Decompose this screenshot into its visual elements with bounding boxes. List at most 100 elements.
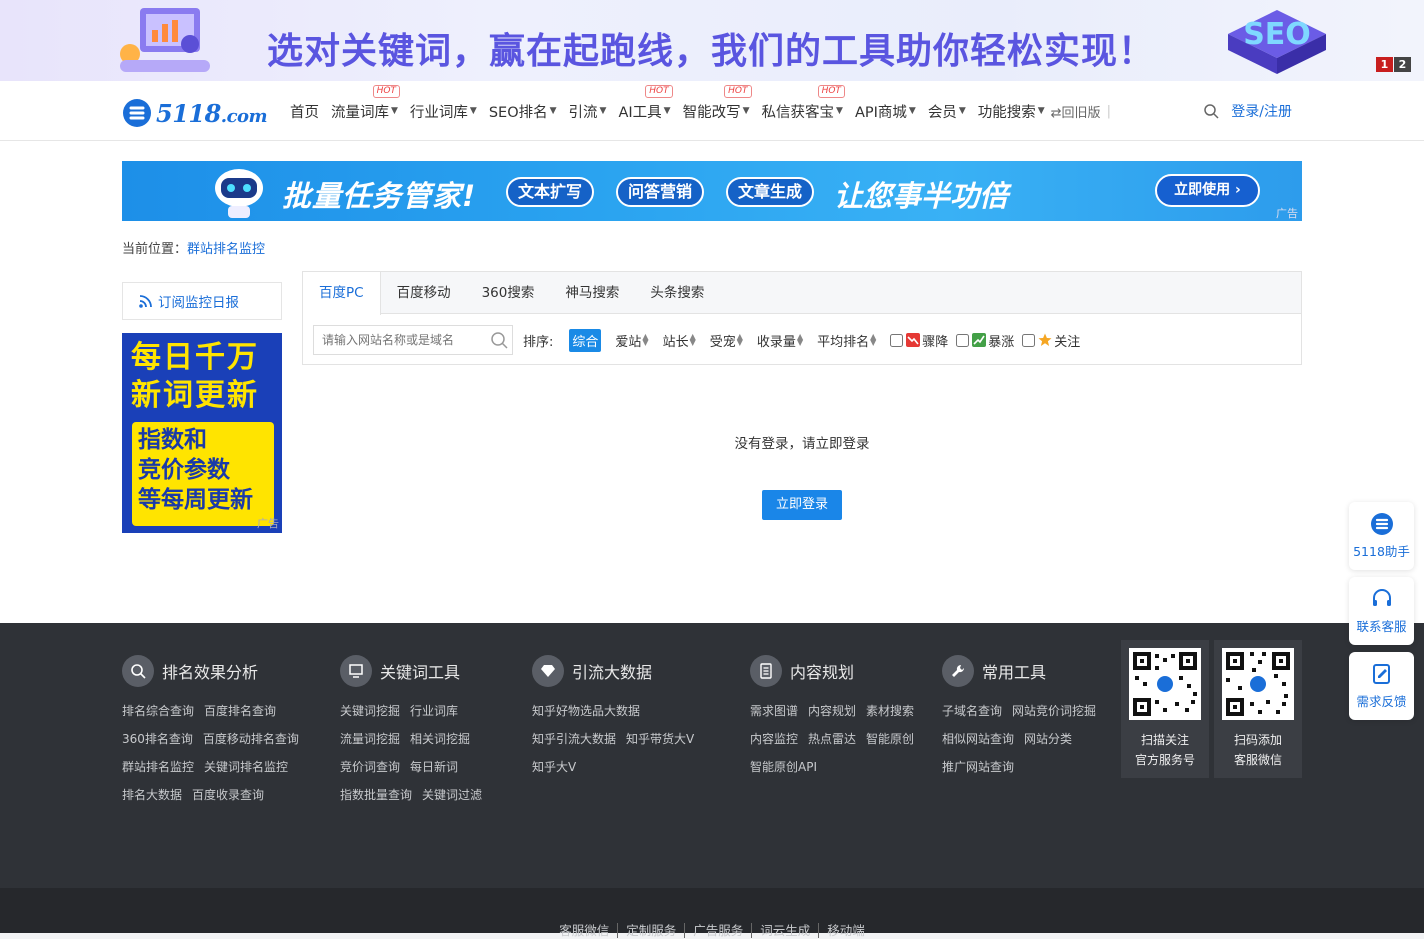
old-version-link[interactable]: ⇄回旧版 | [1051, 102, 1111, 121]
bottom-link-wechat[interactable]: 客服微信 [551, 923, 619, 938]
rss-icon [139, 294, 152, 308]
footer-link[interactable]: 百度收录查询 [192, 788, 264, 802]
footer-link[interactable]: 子域名查询 [942, 704, 1002, 718]
search-engine-panel: 百度PC 百度移动 360搜索 神马搜索 头条搜索 排序: 综合 爱站▲▼ 站长… [302, 271, 1302, 365]
tab-360[interactable]: 360搜索 [467, 272, 550, 314]
footer-link[interactable]: 推广网站查询 [942, 760, 1014, 774]
follow-checkbox[interactable] [1022, 333, 1036, 347]
site-search-input[interactable] [322, 333, 482, 347]
footer-link[interactable]: 网站分类 [1024, 732, 1072, 746]
sharp-rise-checkbox[interactable] [956, 333, 970, 347]
sort-favored[interactable]: 受宠 ▲ ▼ [710, 331, 743, 350]
search-icon[interactable] [490, 331, 508, 349]
nav-item-seo-rank[interactable]: SEO排名 ▼ [489, 101, 557, 122]
float-feedback-button[interactable]: 需求反馈 [1349, 652, 1414, 720]
nav-item-home[interactable]: 首页 [290, 101, 319, 122]
footer-link[interactable]: 相似网站查询 [942, 732, 1014, 746]
footer-link[interactable]: 知乎大V [532, 760, 576, 774]
sort-aizhan[interactable]: 爱站 ▲ ▼ [615, 331, 648, 350]
footer: 排名效果分析 排名综合查询 百度排名查询 360排名查询 百度移动排名查询 群站排名… [0, 623, 1424, 888]
bottom-link-custom[interactable]: 定制服务 [618, 923, 686, 938]
diamond-icon [532, 655, 564, 687]
footer-link[interactable]: 智能原创API [750, 760, 817, 774]
footer-link[interactable]: 流量词挖掘 [340, 732, 400, 746]
footer-link[interactable]: 知乎引流大数据 [532, 732, 616, 746]
tab-toutiao[interactable]: 头条搜索 [635, 272, 719, 314]
tab-baidu-pc[interactable]: 百度PC [303, 272, 381, 315]
bottom-link-mobile[interactable]: 移动端 [819, 923, 873, 938]
divider: | [1106, 103, 1111, 119]
login-now-button[interactable]: 立即登录 [762, 490, 842, 520]
tab-shenma[interactable]: 神马搜索 [550, 272, 634, 314]
nav-item-traffic[interactable]: 引流 ▼ [569, 101, 607, 122]
footer-link[interactable]: 群站排名监控 [122, 760, 194, 774]
footer-link[interactable]: 需求图谱 [750, 704, 798, 718]
footer-link[interactable]: 内容规划 [808, 704, 856, 718]
banner-page-2[interactable]: 2 [1394, 57, 1411, 72]
sort-arrows-icon: ▲ ▼ [642, 332, 649, 347]
nav-item-feature-search[interactable]: 功能搜索 ▼ [978, 101, 1045, 122]
nav-item-industry-words[interactable]: 行业词库 ▼ [410, 101, 477, 122]
tab-baidu-mobile[interactable]: 百度移动 [382, 272, 466, 314]
search-icon[interactable] [1203, 103, 1219, 119]
footer-link[interactable]: 百度排名查询 [204, 704, 276, 718]
filter-follow[interactable]: 关注 [1022, 331, 1080, 350]
monitor-icon [340, 655, 372, 687]
nav-item-private-msg[interactable]: 私信获客宝 ▼ HOT [762, 84, 845, 122]
sharp-drop-checkbox[interactable] [890, 333, 904, 347]
nav-item-api-store[interactable]: API商城 ▼ [855, 101, 916, 122]
nav-item-smart-rewrite[interactable]: 智能改写 ▼ HOT [683, 84, 752, 122]
nav-item-ai-tools[interactable]: AI工具 ▼ HOT [618, 84, 673, 122]
site-logo[interactable]: 5118.com [122, 96, 268, 130]
qr-official-account: 扫描关注 官方服务号 [1121, 640, 1209, 778]
filter-sharp-drop[interactable]: 骤降 [890, 331, 948, 350]
ad-banner[interactable]: 批量任务管家! 文本扩写 问答营销 文章生成 让您事半功倍 立即使用 › 广告 [122, 161, 1302, 221]
footer-link[interactable]: 指数批量查询 [340, 788, 412, 802]
sidebar-ad-tag: 广告 [257, 517, 279, 530]
footer-link[interactable]: 排名大数据 [122, 788, 182, 802]
login-register-link[interactable]: 登录/注册 [1231, 101, 1292, 121]
footer-link[interactable]: 素材搜索 [866, 704, 914, 718]
breadcrumb-current[interactable]: 群站排名监控 [187, 242, 265, 257]
footer-link[interactable]: 智能原创 [866, 732, 914, 746]
footer-link[interactable]: 百度移动排名查询 [203, 732, 299, 746]
nav-item-membership[interactable]: 会员 ▼ [928, 101, 966, 122]
footer-link[interactable]: 行业词库 [410, 704, 458, 718]
banner-page-1[interactable]: 1 [1376, 57, 1393, 72]
footer-link[interactable]: 热点雷达 [808, 732, 856, 746]
ad-pill-article-gen: 文章生成 [726, 177, 815, 207]
footer-col-title: 引流大数据 [572, 663, 653, 682]
footer-link[interactable]: 竞价词查询 [340, 760, 400, 774]
footer-link[interactable]: 关键词排名监控 [204, 760, 288, 774]
footer-link[interactable]: 360排名查询 [122, 732, 193, 746]
sort-avg-rank[interactable]: 平均排名 ▲ ▼ [817, 331, 876, 350]
sidebar-ad[interactable]: 每日千万 新词更新 指数和 竞价参数 等每周更新 广告 [122, 333, 282, 533]
subscribe-report-button[interactable]: 订阅监控日报 [122, 282, 282, 320]
footer-link[interactable]: 排名综合查询 [122, 704, 194, 718]
nav-item-traffic-words[interactable]: 流量词库 ▼ HOT [331, 84, 400, 122]
footer-link[interactable]: 相关词挖掘 [410, 732, 470, 746]
logo-mark-icon [123, 99, 151, 127]
qr-code-icon [1129, 648, 1201, 720]
float-assistant-button[interactable]: 5118助手 [1349, 502, 1414, 570]
float-contact-button[interactable]: 联系客服 [1349, 577, 1414, 645]
footer-link[interactable]: 知乎好物选品大数据 [532, 704, 640, 718]
sort-comprehensive[interactable]: 综合 [569, 328, 602, 352]
sort-indexed[interactable]: 收录量 ▲ ▼ [757, 331, 803, 350]
filter-sharp-rise[interactable]: 暴涨 [956, 331, 1014, 350]
bottom-link-wordcloud[interactable]: 词云生成 [752, 923, 820, 938]
chevron-down-icon: ▼ [469, 106, 477, 116]
footer-link[interactable]: 关键词挖掘 [340, 704, 400, 718]
footer-link[interactable]: 每日新词 [410, 760, 458, 774]
top-banner[interactable]: 选对关键词，赢在起跑线，我们的工具助你轻松实现！ SEO 1 2 [0, 0, 1424, 81]
hot-badge: HOT [372, 84, 400, 98]
bottom-link-ads[interactable]: 广告服务 [685, 923, 753, 938]
ad-title: 批量任务管家! [282, 179, 477, 213]
footer-link[interactable]: 网站竞价词挖掘 [1012, 704, 1096, 718]
footer-link[interactable]: 关键词过滤 [422, 788, 482, 802]
footer-link[interactable]: 内容监控 [750, 732, 798, 746]
sort-arrows-icon: ▲ ▼ [689, 332, 696, 347]
footer-link[interactable]: 知乎带货大V [626, 732, 694, 746]
sort-zhanzhang[interactable]: 站长 ▲ ▼ [663, 331, 696, 350]
ad-cta-button[interactable]: 立即使用 › [1155, 174, 1260, 207]
